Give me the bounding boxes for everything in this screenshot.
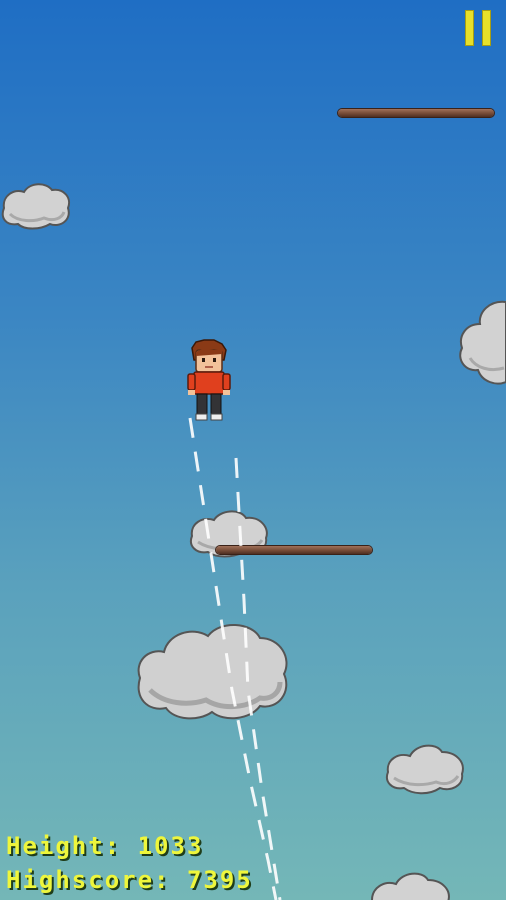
- jump-trail: [188, 417, 282, 900]
- player-character: [187, 339, 231, 421]
- height-value: 1033: [137, 832, 204, 860]
- highscore-readout: Highscore: 7395: [6, 866, 253, 894]
- height-label: Height:: [6, 832, 122, 860]
- game-canvas[interactable]: Height: 1033 Highscore: 7395: [0, 0, 506, 900]
- pause-button[interactable]: [462, 10, 494, 46]
- highscore-label: Highscore:: [6, 866, 171, 894]
- height-readout: Height: 1033: [6, 832, 203, 860]
- highscore-value: 7395: [186, 866, 253, 894]
